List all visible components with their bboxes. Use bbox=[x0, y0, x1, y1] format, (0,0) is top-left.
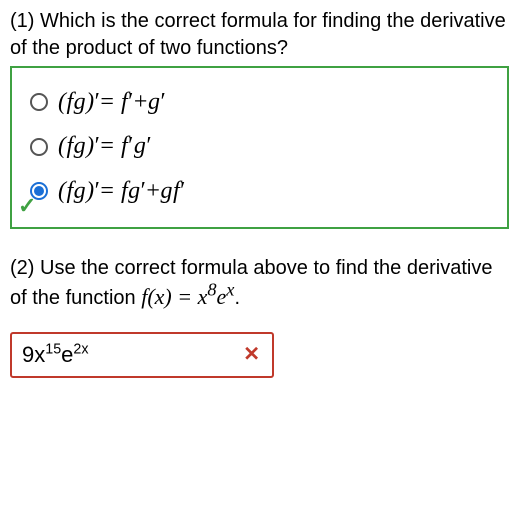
q2-prompt-post: . bbox=[234, 287, 240, 309]
q1-option-3-label: (fg)′= fg′+gf′ bbox=[58, 175, 186, 207]
q2-prompt-pre: (2) Use the correct formula above to fin… bbox=[10, 257, 492, 309]
q2-answer-text: 9x15e2x bbox=[22, 340, 89, 370]
cross-icon: ✕ bbox=[243, 342, 260, 369]
q1-options-box: (fg)′= f′+g′ (fg)′= f′g′ (fg)′= fg′+gf′ … bbox=[10, 66, 509, 229]
q2-prompt: (2) Use the correct formula above to fin… bbox=[10, 255, 509, 312]
check-icon: ✓ bbox=[18, 191, 36, 221]
q2-answer-row: 9x15e2x ✕ bbox=[10, 332, 509, 378]
q1-option-1[interactable]: (fg)′= f′+g′ bbox=[30, 86, 495, 118]
radio-unchecked-icon bbox=[30, 93, 48, 111]
q1-option-2-label: (fg)′= f′g′ bbox=[58, 130, 152, 162]
q1-option-2[interactable]: (fg)′= f′g′ bbox=[30, 130, 495, 162]
q1-option-1-label: (fg)′= f′+g′ bbox=[58, 86, 166, 118]
q1-option-3[interactable]: (fg)′= fg′+gf′ bbox=[30, 175, 495, 207]
q2-prompt-math: f(x) = x8ex bbox=[141, 284, 234, 309]
q2-answer-input[interactable]: 9x15e2x ✕ bbox=[10, 332, 274, 378]
q1-prompt: (1) Which is the correct formula for fin… bbox=[10, 8, 509, 62]
radio-unchecked-icon bbox=[30, 138, 48, 156]
